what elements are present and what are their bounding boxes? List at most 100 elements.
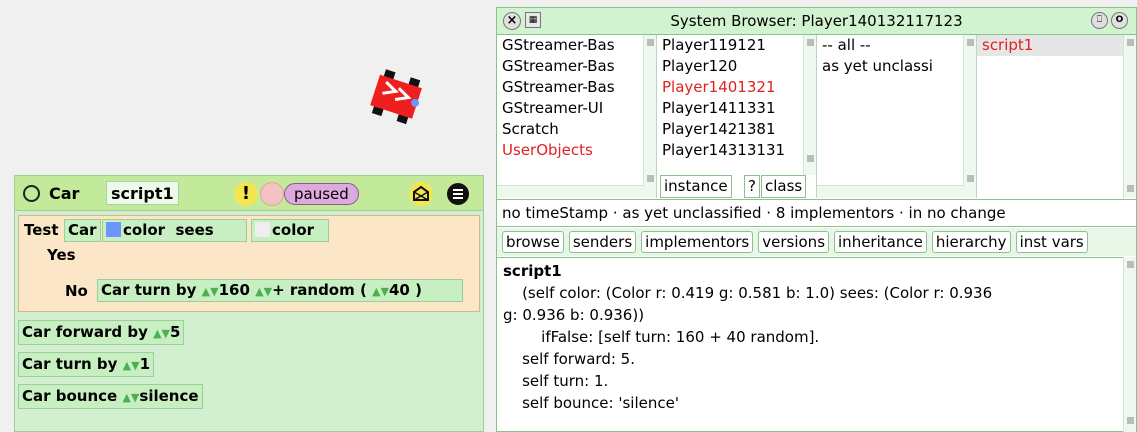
code-line: self forward: 5.	[503, 350, 635, 368]
close-icon[interactable]: ×	[503, 12, 521, 30]
gray-color-swatch[interactable]	[255, 222, 270, 237]
browser-title-bar[interactable]: System Browser: Player140132117123 × ▦ ⎕…	[497, 8, 1136, 35]
list-item[interactable]: -- all --	[817, 35, 976, 56]
list-item[interactable]: GStreamer-Bas	[497, 35, 656, 56]
tile-script-icon[interactable]	[408, 181, 434, 207]
list-item[interactable]: Player119121	[657, 35, 816, 56]
cmd-object: Car	[22, 387, 51, 405]
list-item[interactable]: Player1421381	[657, 119, 816, 140]
turn-by-random-tile[interactable]: Car turn by ▲▼160 ▲▼+ random ( ▲▼40 )	[97, 279, 463, 302]
cmd-value[interactable]: silence	[139, 387, 198, 405]
list-item[interactable]: GStreamer-Bas	[497, 56, 656, 77]
menu-icon[interactable]	[447, 183, 469, 205]
category-list[interactable]: GStreamer-Bas GStreamer-Bas GStreamer-Ba…	[497, 35, 657, 198]
no-label: No	[65, 282, 88, 300]
script-editor: Car script1 ! paused Test Car color sees…	[14, 175, 484, 432]
cmd-object: Car	[22, 355, 51, 373]
class-list[interactable]: Player119121 Player120 Player1401321 Pla…	[657, 35, 817, 198]
test-object-tile[interactable]: Car	[64, 219, 101, 242]
status-toggle-button[interactable]: paused	[284, 183, 359, 205]
hierarchy-button[interactable]: hierarchy	[931, 231, 1011, 253]
list-item[interactable]: Player1411331	[657, 98, 816, 119]
cmd-object: Car	[22, 323, 51, 341]
help-button[interactable]: ?	[744, 175, 760, 198]
test-block[interactable]: Test Car color sees color Yes No Car tur…	[18, 215, 480, 312]
plus-operator: +	[272, 281, 285, 299]
senders-button[interactable]: senders	[568, 231, 637, 253]
class-button[interactable]: class	[761, 175, 807, 198]
code-line: self bounce: 'silence'	[503, 394, 679, 412]
cmd-name: turn by	[55, 355, 118, 373]
ticking-clock-icon[interactable]	[260, 182, 284, 206]
blue-color-swatch[interactable]	[106, 222, 121, 237]
car-sprite[interactable]	[364, 66, 430, 128]
list-item-selected[interactable]: Player1401321	[657, 77, 816, 98]
color-word-2: color	[272, 221, 315, 239]
up-down-arrows-icon[interactable]: ▲▼	[153, 327, 170, 340]
vertical-scrollbar[interactable]	[963, 35, 976, 198]
test-label: Test	[24, 221, 59, 239]
up-down-arrows-icon[interactable]: ▲▼	[202, 285, 219, 298]
list-item-selected[interactable]: script1	[977, 35, 1136, 56]
browser-tool-buttons: browse senders implementors versions inherit…	[497, 228, 1136, 256]
cmd-value[interactable]: 5	[170, 323, 180, 341]
cmd-value[interactable]: 1	[140, 355, 150, 373]
method-source-code[interactable]: script1 (self color: (Color r: 0.419 g: …	[497, 257, 1123, 432]
turn-value[interactable]: 160	[219, 281, 250, 299]
horizontal-scrollbar[interactable]	[817, 185, 964, 198]
instance-button[interactable]: instance	[660, 175, 732, 198]
list-item[interactable]: Scratch	[497, 119, 656, 140]
versions-button[interactable]: versions	[758, 231, 830, 253]
random-value[interactable]: 40	[389, 281, 410, 299]
code-line: script1	[503, 262, 562, 280]
yes-label: Yes	[47, 246, 76, 264]
run-once-button[interactable]: !	[234, 182, 258, 206]
code-line: self turn: 1.	[503, 372, 609, 390]
vertical-scrollbar[interactable]	[803, 35, 816, 175]
inheritance-button[interactable]: inheritance	[834, 231, 927, 253]
vertical-scrollbar[interactable]	[643, 35, 656, 198]
color-sees-tile[interactable]: color sees	[102, 219, 247, 242]
cmd-name: forward by	[55, 323, 148, 341]
sees-word: sees	[175, 221, 214, 239]
list-item-selected[interactable]: UserObjects	[497, 140, 656, 161]
code-line: ifFalse: [self turn: 160 + 40 random].	[503, 328, 820, 346]
script-owner-name: Car	[49, 184, 80, 203]
list-item[interactable]: GStreamer-Bas	[497, 77, 656, 98]
inst-vars-button[interactable]: inst vars	[1015, 231, 1088, 253]
expand-icon[interactable]: O	[1111, 12, 1128, 29]
up-down-arrows-icon[interactable]: ▲▼	[123, 359, 140, 372]
implementors-button[interactable]: implementors	[641, 231, 754, 253]
browser-title: System Browser: Player140132117123	[670, 12, 963, 30]
list-item[interactable]: Player120	[657, 56, 816, 77]
protocol-list[interactable]: -- all -- as yet unclassi	[817, 35, 977, 198]
horizontal-scrollbar[interactable]	[497, 185, 644, 198]
color-word: color	[123, 221, 166, 239]
collapse-circle-button[interactable]	[23, 185, 40, 202]
method-info-bar: no timeStamp · as yet unclassified · 8 i…	[497, 199, 1136, 227]
vertical-scrollbar[interactable]	[1123, 257, 1136, 432]
list-item[interactable]: as yet unclassi	[817, 56, 976, 77]
window-menu-icon[interactable]: ▦	[525, 12, 541, 28]
no-object: Car	[101, 281, 130, 299]
cmd-name: bounce	[55, 387, 118, 405]
forward-by-command[interactable]: Car forward by ▲▼5	[18, 320, 185, 345]
bounce-command[interactable]: Car bounce ▲▼silence	[18, 384, 203, 409]
vertical-scrollbar[interactable]	[1123, 35, 1136, 198]
script-name-field[interactable]: script1	[106, 181, 179, 205]
system-browser-window: System Browser: Player140132117123 × ▦ ⎕…	[496, 7, 1137, 432]
no-command: turn by	[134, 281, 197, 299]
list-item[interactable]: GStreamer-UI	[497, 98, 656, 119]
method-list[interactable]: script1	[977, 35, 1136, 198]
up-down-arrows-icon[interactable]: ▲▼	[122, 391, 139, 404]
code-line: (self color: (Color r: 0.419 g: 0.581 b:…	[503, 284, 993, 302]
browse-button[interactable]: browse	[502, 231, 564, 253]
sees-color-tile[interactable]: color	[251, 219, 329, 242]
right-paren: )	[415, 281, 422, 299]
collapse-icon[interactable]: ⎕	[1091, 12, 1108, 29]
random-word: random	[289, 281, 355, 299]
turn-by-command[interactable]: Car turn by ▲▼1	[18, 352, 155, 377]
list-item[interactable]: Player14313131	[657, 140, 816, 161]
up-down-arrows-icon[interactable]: ▲▼	[255, 285, 272, 298]
up-down-arrows-icon[interactable]: ▲▼	[372, 285, 389, 298]
